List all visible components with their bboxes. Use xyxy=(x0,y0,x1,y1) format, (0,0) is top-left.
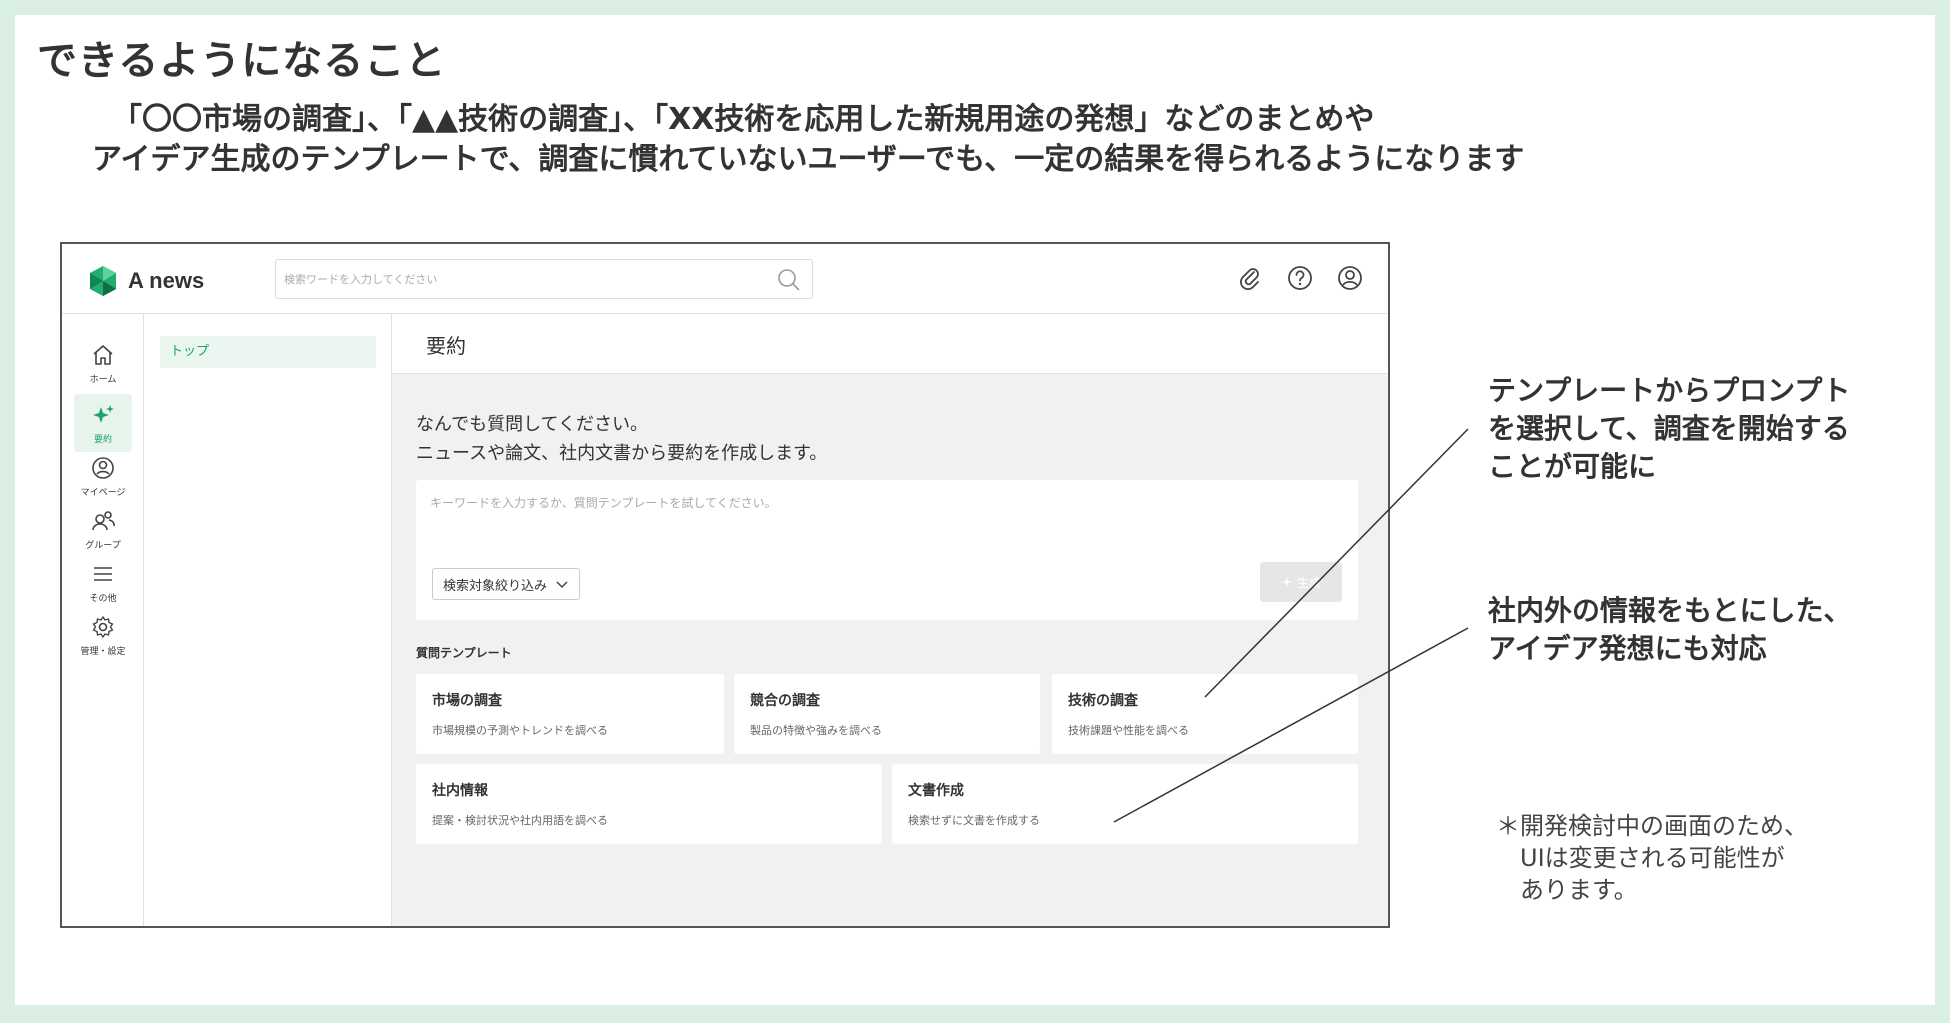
logo-icon xyxy=(90,266,116,296)
intro-line-1: なんでも質問してください。 xyxy=(416,414,649,435)
nav-item-other[interactable]: その他 xyxy=(74,553,132,611)
filter-dropdown[interactable]: 検索対象絞り込み xyxy=(432,568,581,600)
nav-item-summary[interactable]: 要約 xyxy=(74,394,132,452)
template-card-market[interactable]: 市場の調査 市場規模の予測やトレンドを調べる xyxy=(416,674,724,754)
template-card-competitor[interactable]: 競合の調査 製品の特徴や強みを調べる xyxy=(734,674,1040,754)
gear-icon xyxy=(92,615,114,638)
template-desc: 製品の特徴や強みを調べる xyxy=(750,724,882,737)
note-line: あります。 xyxy=(1520,876,1638,904)
prompt-box: 検索対象絞り込み 生成 xyxy=(416,480,1358,620)
nav-label: グループ xyxy=(85,540,121,551)
slide-title: できるようになること xyxy=(37,38,447,84)
annotation-template: テンプレートからプロンプト を選択して、調査を開始する ことが可能に xyxy=(1488,372,1850,486)
nav-label: マイページ xyxy=(80,487,126,498)
generate-label: 生成 xyxy=(1296,575,1321,590)
template-title: 技術の調査 xyxy=(1068,693,1138,709)
annotation-line: アイデア発想にも対応 xyxy=(1488,632,1767,665)
logo[interactable]: A news xyxy=(86,264,204,298)
note-line: ＊開発検討中の画面のため、 xyxy=(1496,812,1808,840)
main-panel: 要約 なんでも質問してください。 ニュースや論文、社内文書から要約を作成します。… xyxy=(392,314,1388,926)
search-input[interactable] xyxy=(284,268,754,290)
home-icon xyxy=(93,344,113,365)
nav-item-settings[interactable]: 管理・設定 xyxy=(74,606,132,664)
subnav-item-top[interactable]: トップ xyxy=(160,336,376,368)
nav-label: 管理・設定 xyxy=(80,646,126,657)
annotation-line: 社内外の情報をもとにした、 xyxy=(1488,594,1852,627)
lead-text: 「〇〇市場の調査」、「▲▲技術の調査」、「XX技術を応用した新規用途の発想」など… xyxy=(92,100,1524,180)
template-desc: 検索せずに文書を作成する xyxy=(908,814,1040,827)
template-title: 市場の調査 xyxy=(432,693,502,709)
template-card-internal[interactable]: 社内情報 提案・検討状況や社内用語を調べる xyxy=(416,764,882,844)
annotation-line: を選択して、調査を開始する xyxy=(1488,412,1850,445)
top-bar: A news xyxy=(62,244,1388,314)
lead-line-2: アイデア生成のテンプレートで、調査に慣れていないユーザーでも、一定の結果を得られ… xyxy=(92,142,1525,177)
template-card-document[interactable]: 文書作成 検索せずに文書を作成する xyxy=(892,764,1358,844)
nav-item-mypage[interactable]: マイページ xyxy=(74,447,132,505)
template-card-technology[interactable]: 技術の調査 技術課題や性能を調べる xyxy=(1052,674,1358,754)
chevron-down-icon xyxy=(556,581,568,589)
generate-button[interactable]: 生成 xyxy=(1260,562,1342,602)
nav-item-home[interactable]: ホーム xyxy=(74,334,132,392)
nav-label: その他 xyxy=(89,593,117,604)
search-icon[interactable] xyxy=(776,267,802,293)
template-title: 競合の調査 xyxy=(750,693,820,709)
nav-item-group[interactable]: グループ xyxy=(74,500,132,558)
lead-line-1: 「〇〇市場の調査」、「▲▲技術の調査」、「XX技術を応用した新規用途の発想」など… xyxy=(112,102,1375,137)
annotation-line: ことが可能に xyxy=(1488,450,1657,483)
nav-label: ホーム xyxy=(89,374,117,385)
nav-label: 要約 xyxy=(93,434,112,445)
template-title: 社内情報 xyxy=(432,783,488,799)
main-header: 要約 xyxy=(392,314,1388,374)
help-icon[interactable] xyxy=(1286,264,1314,292)
paperclip-icon[interactable] xyxy=(1236,264,1264,292)
intro-line-2: ニュースや論文、社内文書から要約を作成します。 xyxy=(416,443,828,464)
annotation-idea: 社内外の情報をもとにした、 アイデア発想にも対応 xyxy=(1488,592,1851,668)
sparkle-icon xyxy=(1281,577,1292,587)
user-circle-icon xyxy=(92,456,114,479)
template-desc: 市場規模の予測やトレンドを調べる xyxy=(432,724,608,737)
group-icon xyxy=(92,510,115,530)
template-desc: 提案・検討状況や社内用語を調べる xyxy=(432,814,608,827)
template-section-label: 質問テンプレート xyxy=(416,646,512,660)
menu-icon xyxy=(94,566,112,581)
template-desc: 技術課題や性能を調べる xyxy=(1068,724,1189,737)
intro-text: なんでも質問してください。 ニュースや論文、社内文書から要約を作成します。 xyxy=(416,410,827,468)
logo-text: A news xyxy=(128,268,205,293)
app-screenshot: A news 検索ワードを入力してください ホーム 要約 マイページ グループ … xyxy=(60,242,1390,928)
search-box[interactable] xyxy=(275,259,813,299)
disclaimer-note: ＊開発検討中の画面のため、 UIは変更される可能性が あります。 xyxy=(1496,810,1808,906)
prompt-input[interactable] xyxy=(430,494,1330,534)
account-icon[interactable] xyxy=(1336,264,1364,292)
top-icons xyxy=(1236,264,1364,292)
sub-nav: トップ xyxy=(144,314,392,926)
side-nav: ホーム 要約 マイページ グループ その他 管理・設定 xyxy=(62,314,144,926)
template-title: 文書作成 xyxy=(908,783,964,799)
sparkle-icon xyxy=(93,404,114,423)
filter-label: 検索対象絞り込み xyxy=(443,578,548,594)
note-line: UIは変更される可能性が xyxy=(1520,844,1785,872)
page-title: 要約 xyxy=(426,334,466,358)
annotation-line: テンプレートからプロンプト xyxy=(1488,374,1851,407)
